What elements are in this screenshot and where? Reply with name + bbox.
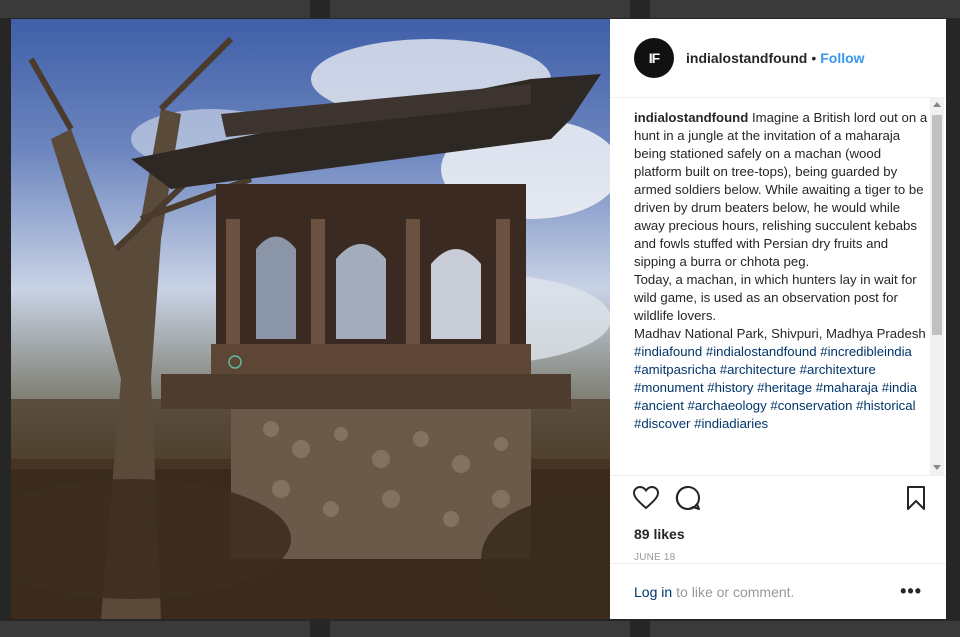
comment-prompt: to like or comment. (676, 583, 795, 600)
caption-hashtags[interactable]: #indiafound #indialostandfound #incredib… (634, 344, 917, 431)
avatar-logo: IF (648, 50, 660, 66)
photo-illustration (11, 36, 610, 619)
post-actions: 89 likes JUNE 18 (610, 475, 946, 563)
separator-dot: • (811, 50, 817, 66)
caption-location: Madhav National Park, Shivpuri, Madhya P… (634, 326, 926, 341)
scroll-down-icon[interactable] (933, 465, 941, 470)
login-link[interactable]: Log in (634, 584, 672, 600)
post-photo[interactable] (11, 19, 610, 619)
comment-icon[interactable] (674, 484, 702, 512)
username-link[interactable]: indialostandfound (686, 50, 807, 66)
caption-scrollbar[interactable] (930, 97, 944, 475)
avatar[interactable]: IF (634, 38, 674, 78)
more-options-icon[interactable]: ••• (900, 581, 922, 602)
caption-text: Imagine a British lord out on a hunt in … (634, 110, 928, 269)
scroll-up-icon[interactable] (933, 102, 941, 107)
background-thumbnail[interactable] (0, 0, 310, 18)
caption-username[interactable]: indialostandfound (634, 110, 748, 125)
follow-button[interactable]: Follow (820, 50, 864, 66)
background-thumbnail[interactable] (0, 621, 310, 637)
post-date[interactable]: JUNE 18 (610, 552, 946, 563)
post-header: IF indialostandfound • Follow (610, 19, 946, 98)
background-thumbnail[interactable] (650, 621, 960, 637)
bookmark-icon[interactable] (902, 484, 930, 512)
comment-bar: Log in to like or comment. ••• (610, 563, 946, 619)
caption-text-2: Today, a machan, in which hunters lay in… (634, 272, 917, 323)
action-icons (610, 476, 946, 520)
scroll-thumb[interactable] (932, 115, 942, 335)
background-thumbnail[interactable] (650, 0, 960, 18)
post-modal: IF indialostandfound • Follow indialosta… (11, 19, 946, 619)
background-thumbnail[interactable] (330, 621, 630, 637)
heart-icon[interactable] (632, 484, 660, 512)
background-thumbnail[interactable] (330, 0, 630, 18)
caption: indialostandfound Imagine a British lord… (634, 109, 929, 477)
likes-count[interactable]: 89 likes (610, 526, 946, 542)
post-sidebar: IF indialostandfound • Follow indialosta… (610, 19, 946, 619)
